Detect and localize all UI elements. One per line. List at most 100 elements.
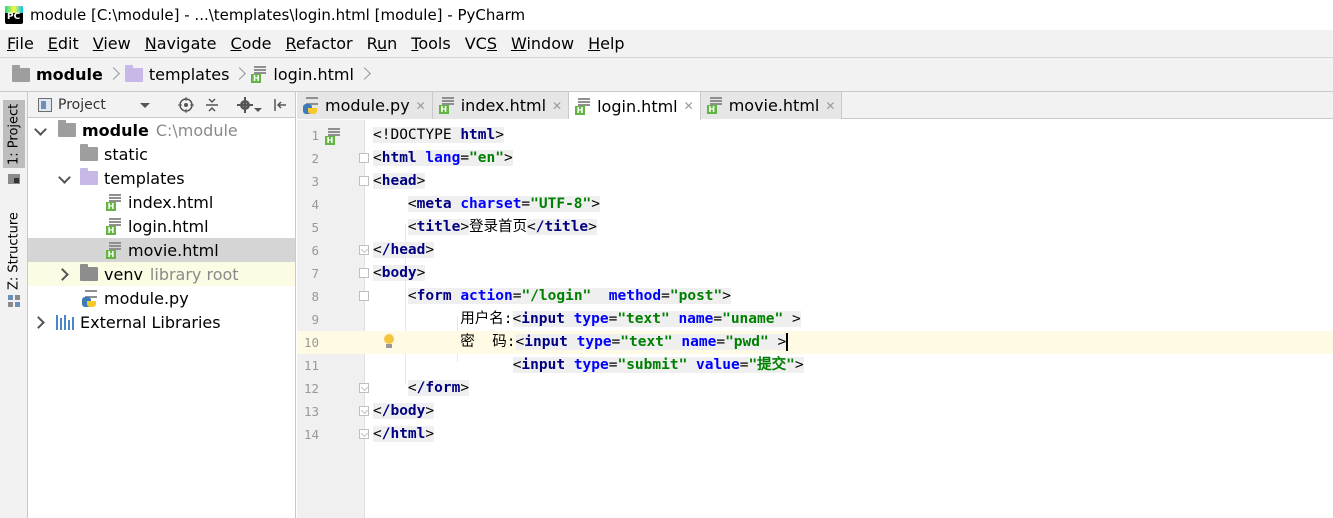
fold-marker-icon[interactable] <box>359 383 369 393</box>
line-number: 2 <box>311 151 319 166</box>
line-number: 13 <box>303 404 319 419</box>
tab-structure-tool[interactable]: Z: Structure <box>3 212 25 290</box>
tree-item-templates[interactable]: templates <box>28 166 295 190</box>
tree-item-login-html[interactable]: H login.html <box>28 214 295 238</box>
tree-item-module-py[interactable]: module.py <box>28 286 295 310</box>
chevron-right-icon[interactable] <box>34 316 46 328</box>
html-file-icon: H <box>706 97 723 114</box>
menu-item-refactor[interactable]: Refactor <box>285 34 352 53</box>
project-view-selector[interactable]: Project <box>58 97 106 113</box>
fold-marker-icon[interactable] <box>359 176 369 186</box>
code-line[interactable]: 10 密 码:<input type="text" name="pwd" > <box>297 331 1333 354</box>
code-line[interactable]: 11 <input type="submit" value="提交"> <box>297 354 1333 377</box>
code-text: </body> <box>373 403 435 419</box>
line-number: 7 <box>311 266 319 281</box>
menu-item-edit[interactable]: Edit <box>48 34 79 53</box>
fold-marker-icon[interactable] <box>359 245 369 255</box>
line-number: 5 <box>311 220 319 235</box>
folder-icon <box>124 64 143 82</box>
tree-item-static[interactable]: static <box>28 142 295 166</box>
tab-movie-html[interactable]: H movie.html ✕ <box>700 92 843 119</box>
breadcrumb-item-templates[interactable]: templates <box>124 64 229 84</box>
code-lines: 1 H <!DOCTYPE html> 2 <html lang="en"> 3 <head… <box>297 124 1333 446</box>
code-line[interactable]: 9 用户名:<input type="text" name="uname" > <box>297 308 1333 331</box>
code-line[interactable]: 13 </body> <box>297 400 1333 423</box>
menu-item-run[interactable]: Run <box>367 34 398 53</box>
code-line[interactable]: 6 </head> <box>297 239 1333 262</box>
text-caret <box>786 333 789 351</box>
fold-marker-icon[interactable] <box>359 268 369 278</box>
code-line[interactable]: 4 <meta charset="UTF-8"> <box>297 193 1333 216</box>
tab-module-py[interactable]: module.py ✕ <box>297 92 433 119</box>
tree-item-venv[interactable]: venv library root <box>28 262 295 286</box>
code-text: <title>登录首页</title> <box>407 219 597 235</box>
close-icon[interactable]: ✕ <box>684 99 694 113</box>
menu-item-view[interactable]: View <box>93 34 131 53</box>
fold-marker-icon[interactable] <box>359 291 369 301</box>
collapse-all-icon[interactable] <box>204 97 220 113</box>
html-file-icon: H <box>251 66 267 83</box>
code-line[interactable]: 8 <form action="/login" method="post"> <box>297 285 1333 308</box>
locate-icon[interactable] <box>178 97 194 113</box>
close-icon[interactable]: ✕ <box>552 99 562 113</box>
title-bar: PC module [C:\module] - ...\templates\lo… <box>0 0 1333 30</box>
tab-login-html[interactable]: H login.html ✕ <box>569 92 701 120</box>
menu-item-file[interactable]: File <box>7 34 34 53</box>
close-icon[interactable]: ✕ <box>825 99 835 113</box>
folder-icon <box>80 168 98 185</box>
close-icon[interactable]: ✕ <box>416 99 426 113</box>
breadcrumb-item-login-html[interactable]: H login.html <box>251 65 354 84</box>
html-file-icon: H <box>106 193 122 211</box>
menu-item-tools[interactable]: Tools <box>411 34 450 53</box>
chevron-right-icon <box>360 65 370 85</box>
chevron-right-icon <box>235 65 245 85</box>
tab-project-tool[interactable]: 1: Project <box>3 100 25 168</box>
code-line[interactable]: 5 <title>登录首页</title> <box>297 216 1333 239</box>
code-line[interactable]: 1 H <!DOCTYPE html> <box>297 124 1333 147</box>
fold-marker-icon[interactable] <box>359 429 369 439</box>
fold-marker-icon[interactable] <box>359 153 369 163</box>
line-number: 12 <box>303 381 319 396</box>
menu-item-vcs[interactable]: VCS <box>465 34 497 53</box>
menu-item-window[interactable]: Window <box>511 34 574 53</box>
code-line[interactable]: 12 </form> <box>297 377 1333 400</box>
fold-marker-icon[interactable] <box>359 406 369 416</box>
tree-item-external-libraries[interactable]: External Libraries <box>28 310 295 334</box>
gear-icon[interactable] <box>237 97 253 113</box>
line-number: 4 <box>311 197 319 212</box>
tree-item-movie-html[interactable]: H movie.html <box>28 238 295 262</box>
pycharm-app-icon: PC <box>5 6 23 24</box>
html-file-icon: H <box>575 97 591 115</box>
tab-index-html[interactable]: H index.html ✕ <box>432 92 570 119</box>
code-line[interactable]: 14 </html> <box>297 423 1333 446</box>
folder-icon <box>80 264 98 281</box>
chevron-down-icon[interactable] <box>140 103 150 108</box>
folder-icon <box>80 144 98 161</box>
chevron-down-icon[interactable] <box>58 173 70 185</box>
chevron-right-icon[interactable] <box>58 268 70 280</box>
line-number: 1 <box>311 128 319 143</box>
code-text: <form action="/login" method="post"> <box>407 288 731 304</box>
gear-dropdown-arrow-icon[interactable] <box>254 102 262 112</box>
menu-bar: File Edit View Navigate Code Refactor Run Tools… <box>0 30 1333 57</box>
chevron-down-icon[interactable] <box>34 125 46 137</box>
code-editor[interactable]: 1 H <!DOCTYPE html> 2 <html lang="en"> 3 <head… <box>297 120 1333 518</box>
html-file-icon: H <box>438 97 455 114</box>
tree-item-module[interactable]: module C:\module <box>28 118 295 142</box>
project-panel-header: Project <box>28 92 295 118</box>
python-file-icon <box>303 97 319 114</box>
code-line[interactable]: 2 <html lang="en"> <box>297 147 1333 170</box>
menu-item-help[interactable]: Help <box>588 34 624 53</box>
breadcrumb-item-module[interactable]: module <box>12 64 103 84</box>
folder-icon <box>58 120 76 137</box>
html-file-icon: H <box>325 128 341 145</box>
tree-item-index-html[interactable]: H index.html <box>28 190 295 214</box>
project-view-icon <box>38 97 52 112</box>
line-number: 9 <box>311 312 319 327</box>
hide-panel-icon[interactable] <box>272 97 288 113</box>
line-number: 11 <box>303 358 319 373</box>
code-line[interactable]: 3 <head> <box>297 170 1333 193</box>
menu-item-code[interactable]: Code <box>231 34 272 53</box>
code-line[interactable]: 7 <body> <box>297 262 1333 285</box>
menu-item-navigate[interactable]: Navigate <box>145 34 217 53</box>
